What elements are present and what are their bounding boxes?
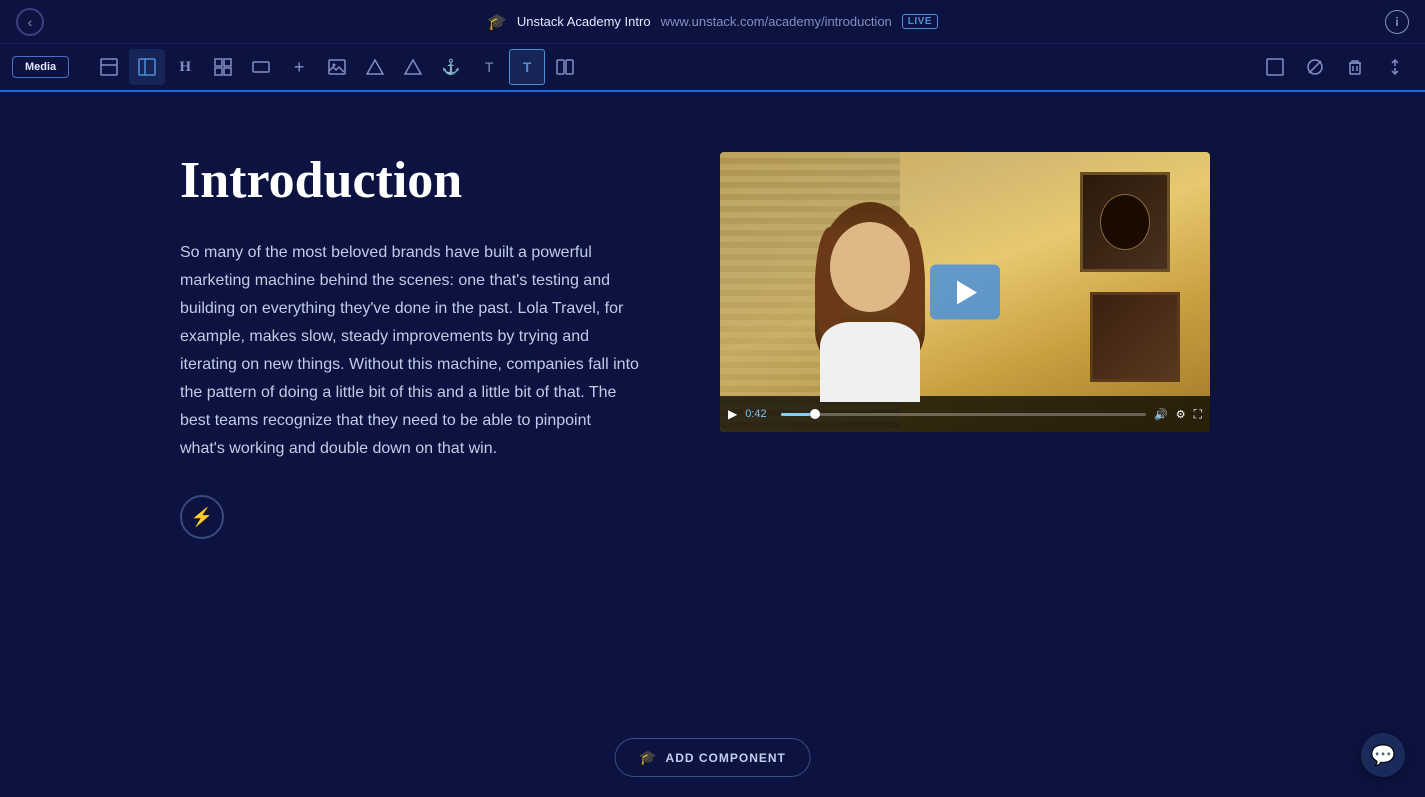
play-triangle-icon bbox=[957, 280, 977, 304]
content-body: So many of the most beloved brands have … bbox=[180, 239, 640, 463]
live-badge: LIVE bbox=[902, 14, 938, 29]
heading-icon[interactable]: H bbox=[167, 49, 203, 85]
shape-icon[interactable] bbox=[357, 49, 393, 85]
video-container[interactable]: ▶ 0:42 🔊 ⚙ ⛶ bbox=[720, 152, 1210, 432]
chat-bubble[interactable]: 💬 bbox=[1361, 733, 1405, 777]
section-icon[interactable] bbox=[243, 49, 279, 85]
settings-control[interactable]: ⚙ bbox=[1176, 408, 1186, 421]
video-frame2 bbox=[1090, 292, 1180, 382]
columns-icon[interactable] bbox=[547, 49, 583, 85]
toolbar-right bbox=[1257, 49, 1413, 85]
add-component-button[interactable]: 🎓 ADD COMPONENT bbox=[614, 738, 811, 777]
layout-icon[interactable] bbox=[91, 49, 127, 85]
text-bold-icon[interactable]: T bbox=[509, 49, 545, 85]
play-button[interactable] bbox=[930, 265, 1000, 320]
page-url: www.unstack.com/academy/introduction bbox=[661, 14, 892, 29]
add-component-label: ADD COMPONENT bbox=[666, 751, 786, 765]
progress-dot bbox=[810, 409, 820, 419]
page-icon: 🎓 bbox=[487, 12, 507, 32]
image-icon[interactable] bbox=[319, 49, 355, 85]
video-controls: ▶ 0:42 🔊 ⚙ ⛶ bbox=[720, 396, 1210, 432]
video-frame1 bbox=[1080, 172, 1170, 272]
fullscreen-control[interactable]: ⛶ bbox=[1194, 407, 1202, 422]
lightning-icon: ⚡ bbox=[191, 507, 213, 528]
back-button[interactable]: ‹ bbox=[16, 8, 44, 36]
content-right: ▶ 0:42 🔊 ⚙ ⛶ bbox=[720, 152, 1210, 432]
content-title: Introduction bbox=[180, 152, 640, 209]
video-time: 0:42 bbox=[745, 408, 773, 420]
expand-icon[interactable] bbox=[1257, 49, 1293, 85]
text-icon[interactable]: T bbox=[471, 49, 507, 85]
progress-bar[interactable] bbox=[781, 413, 1146, 416]
top-bar-center: 🎓 Unstack Academy Intro www.unstack.com/… bbox=[487, 12, 938, 32]
content-left: Introduction So many of the most beloved… bbox=[180, 152, 640, 539]
progress-fill bbox=[781, 413, 810, 416]
action-button[interactable]: ⚡ bbox=[180, 495, 224, 539]
media-button[interactable]: Media bbox=[12, 56, 69, 78]
top-bar: ‹ 🎓 Unstack Academy Intro www.unstack.co… bbox=[0, 0, 1425, 44]
page-title: Unstack Academy Intro bbox=[517, 14, 651, 29]
grid-icon[interactable] bbox=[205, 49, 241, 85]
plus-icon[interactable]: + bbox=[281, 49, 317, 85]
toolbar: Media H + ⚓ T T bbox=[0, 44, 1425, 92]
play-control[interactable]: ▶ bbox=[728, 407, 737, 421]
reorder-icon[interactable] bbox=[1377, 49, 1413, 85]
sidebar-layout-icon[interactable] bbox=[129, 49, 165, 85]
content-area: Introduction So many of the most beloved… bbox=[0, 92, 1425, 797]
hide-icon[interactable] bbox=[1297, 49, 1333, 85]
add-component-area: 🎓 ADD COMPONENT bbox=[614, 738, 811, 777]
add-component-icon: 🎓 bbox=[639, 749, 657, 766]
triangle-icon[interactable] bbox=[395, 49, 431, 85]
info-button[interactable]: i bbox=[1385, 10, 1409, 34]
video-person bbox=[810, 202, 930, 402]
volume-control[interactable]: 🔊 bbox=[1154, 408, 1168, 421]
anchor-icon[interactable]: ⚓ bbox=[433, 49, 469, 85]
delete-icon[interactable] bbox=[1337, 49, 1373, 85]
chat-icon: 💬 bbox=[1371, 743, 1396, 768]
